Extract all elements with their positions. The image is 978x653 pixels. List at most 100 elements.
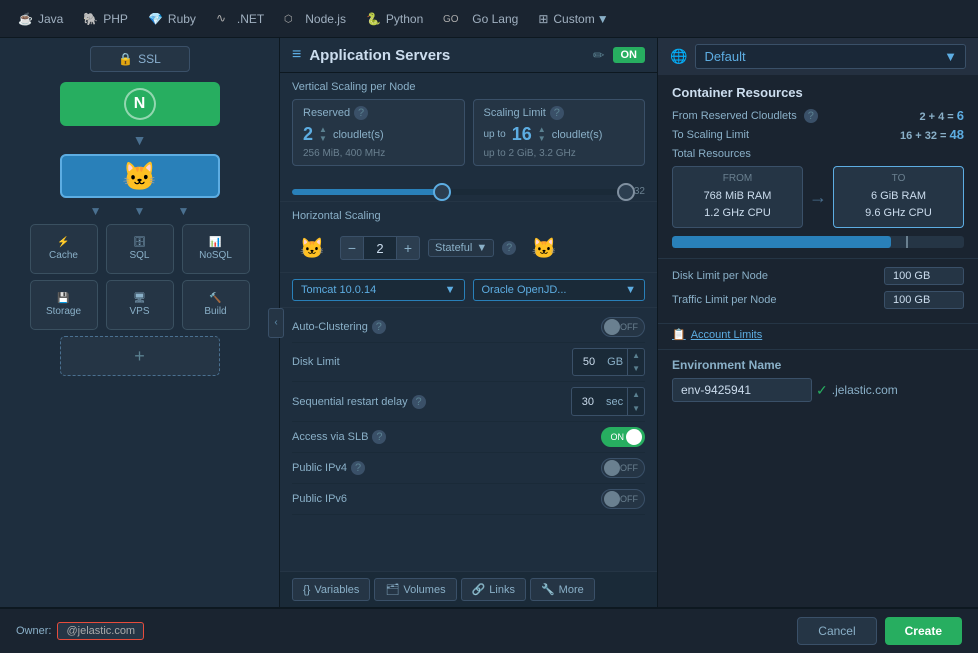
disk-value: 50 (573, 354, 603, 370)
disk-down-arrow[interactable]: ▼ (628, 362, 644, 375)
from-cloudlets-help[interactable]: ? (804, 109, 818, 123)
scaling-limit-help-icon[interactable]: ? (550, 106, 564, 120)
nginx-node[interactable]: N (60, 82, 220, 126)
slider-track[interactable] (292, 189, 626, 195)
env-name-input[interactable] (672, 378, 812, 402)
counter-minus-button[interactable]: − (340, 236, 364, 260)
arrow-down-4: ▼ (177, 204, 189, 218)
footer-buttons: Cancel Create (797, 617, 962, 645)
edit-icon[interactable]: ✏ (593, 47, 605, 64)
golang-icon: GO (443, 9, 467, 28)
horizontal-help-icon[interactable]: ? (502, 241, 516, 255)
build-node[interactable]: 🔨 Build (182, 280, 250, 330)
tomcat-node[interactable]: 🐱 (60, 154, 220, 198)
stateful-dropdown-icon: ▼ (476, 242, 487, 254)
left-panel-wrapper: 🔒 SSL N ▼ 🐱 ▼ ▼ ▼ (0, 38, 280, 607)
ipv4-row: Public IPv4 ? OFF (292, 453, 645, 484)
jdk-version-select[interactable]: Oracle OpenJD... ▼ (473, 279, 646, 301)
traffic-limit-row: Traffic Limit per Node 100 GB (672, 291, 964, 309)
nav-nodejs[interactable]: ⬡ Node.js (274, 0, 356, 38)
tomcat-version-select[interactable]: Tomcat 10.0.14 ▼ (292, 279, 465, 301)
nav-dotnet[interactable]: ∿ .NET (206, 0, 274, 38)
disk-up-arrow[interactable]: ▲ (628, 349, 644, 362)
container-resources: Container Resources From Reserved Cloudl… (658, 75, 978, 259)
scaling-limit-sub: up to 2 GiB, 3.2 GHz (484, 148, 635, 159)
owner-section: Owner: @jelastic.com (16, 622, 144, 640)
reserved-label: Reserved ? (303, 106, 454, 120)
slb-help[interactable]: ? (372, 430, 386, 444)
create-button[interactable]: Create (885, 617, 962, 645)
disk-limit-input: 100 GB (884, 267, 964, 285)
ipv4-toggle[interactable]: OFF (601, 458, 645, 478)
dotnet-icon: ∿ (216, 9, 232, 28)
traffic-limit-label: Traffic Limit per Node (672, 294, 777, 306)
scaling-limit-label: Scaling Limit ? (484, 106, 635, 120)
variables-tab[interactable]: {} Variables (292, 578, 370, 601)
storage-node[interactable]: 💾 Storage (30, 280, 98, 330)
nosql-icon: 📊 (209, 237, 221, 248)
account-limits-link[interactable]: 📋 Account Limits (672, 328, 964, 341)
volumes-tab[interactable]: 🗂 Volumes (374, 578, 456, 601)
default-select[interactable]: Default ▼ (695, 44, 966, 69)
delay-down-arrow[interactable]: ▼ (628, 402, 644, 415)
region-icon: 🌐 (670, 48, 687, 65)
build-icon: 🔨 (209, 293, 221, 304)
cache-node[interactable]: ⚡ Cache (30, 224, 98, 274)
nav-golang[interactable]: GO Go Lang (433, 0, 528, 38)
footer: Owner: @jelastic.com Cancel Create (0, 607, 978, 653)
scaling-limit-value: up to 16 ▲ ▼ cloudlet(s) (484, 124, 635, 145)
nav-python[interactable]: 🐍 Python (356, 0, 433, 38)
nav-java[interactable]: ☕ Java (8, 0, 73, 38)
right-header: 🌐 Default ▼ (658, 38, 978, 75)
slider-thumb-reserved[interactable] (433, 183, 451, 201)
dropdown-arrow-icon[interactable]: ▼ (597, 12, 609, 26)
disk-limit-label: Disk Limit per Node (672, 270, 768, 282)
nav-php[interactable]: 🐘 PHP (73, 0, 138, 38)
to-scaling-label: To Scaling Limit (672, 129, 749, 141)
nav-ruby[interactable]: 💎 Ruby (138, 0, 206, 38)
slb-toggle[interactable]: ON (601, 427, 645, 447)
disk-stepper[interactable]: ▲ ▼ (627, 349, 644, 375)
tomcat-mini-icon: 🐱 (292, 228, 332, 268)
delay-up-arrow[interactable]: ▲ (628, 388, 644, 401)
auto-clustering-toggle[interactable]: OFF (601, 317, 645, 337)
slb-row: Access via SLB ? ON (292, 422, 645, 453)
version-row: Tomcat 10.0.14 ▼ Oracle OpenJD... ▼ (280, 272, 657, 307)
cache-icon: ⚡ (57, 237, 69, 248)
reserved-help-icon[interactable]: ? (354, 106, 368, 120)
add-node-button[interactable]: + (60, 336, 220, 376)
ssl-button[interactable]: 🔒 SSL (90, 46, 190, 72)
horizontal-section: Horizontal Scaling 🐱 − 2 + Stateful ▼ ? … (280, 201, 657, 272)
reserved-stepper[interactable]: ▲ ▼ (319, 126, 327, 143)
panel-toggle-button[interactable]: ‹ (268, 308, 284, 338)
slider-max-label: 32 (634, 186, 645, 197)
ipv6-toggle[interactable]: OFF (601, 489, 645, 509)
ipv4-help[interactable]: ? (351, 461, 365, 475)
sql-node[interactable]: 🗄 SQL (106, 224, 174, 274)
stateful-select[interactable]: Stateful ▼ (428, 239, 494, 257)
reserved-unit: cloudlet(s) (333, 129, 384, 141)
restart-delay-stepper[interactable]: ▲ ▼ (627, 388, 644, 414)
from-box: FROM 768 MiB RAM 1.2 GHz CPU (672, 166, 803, 228)
scaling-boxes: Reserved ? 2 ▲ ▼ cloudlet(s) 256 MiB, 40… (292, 99, 645, 166)
scaling-limit-stepper[interactable]: ▲ ▼ (538, 126, 546, 143)
cancel-button[interactable]: Cancel (797, 617, 876, 645)
restart-delay-value: 30 (572, 394, 602, 410)
from-cloudlets-row: From Reserved Cloudlets ? 2 + 4 = 6 (672, 108, 964, 123)
counter-plus-button[interactable]: + (396, 236, 420, 260)
from-box-label: FROM (683, 173, 792, 184)
slider-thumb-limit[interactable] (617, 183, 635, 201)
more-tab[interactable]: 🔧 More (530, 578, 595, 601)
disk-limit-row: Disk Limit 50 GB ▲ ▼ (292, 343, 645, 382)
jdk-dropdown-icon: ▼ (625, 284, 636, 296)
nav-custom[interactable]: ⊞ Custom (528, 0, 604, 38)
links-tab[interactable]: 🔗 Links (461, 578, 526, 601)
scaling-limit-box: Scaling Limit ? up to 16 ▲ ▼ cloudlet(s) (473, 99, 646, 166)
arrows-row: ▼ ▼ ▼ (8, 204, 271, 218)
auto-clustering-help[interactable]: ? (372, 320, 386, 334)
ipv4-label: Public IPv4 ? (292, 461, 365, 475)
vps-node[interactable]: 🖥 VPS (106, 280, 174, 330)
restart-delay-help[interactable]: ? (412, 395, 426, 409)
version-dropdown-icon: ▼ (445, 284, 456, 296)
nosql-node[interactable]: 📊 NoSQL (182, 224, 250, 274)
